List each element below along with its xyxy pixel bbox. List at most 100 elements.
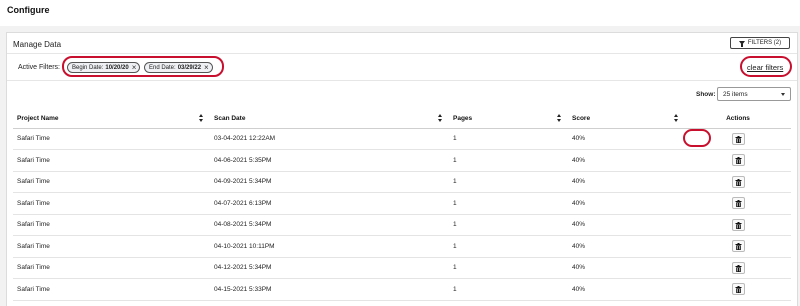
filters-button[interactable]: FILTERS (2) (730, 37, 790, 49)
cell-actions (685, 171, 791, 193)
table-row: Safari Time 04-08-2021 5:34PM 1 40% (13, 214, 791, 236)
cell-pages: 1 (449, 278, 568, 301)
cell-scan-date: 04-06-2021 5:35PM (210, 149, 449, 172)
cell-project-name: Safari Time (13, 257, 210, 279)
cell-pages: 1 (449, 149, 568, 172)
cell-pages: 1 (449, 214, 568, 236)
cell-score: 40% (568, 235, 685, 258)
table-row: Safari Time 04-09-2021 5:34PM 1 40% (13, 171, 791, 193)
delete-button[interactable] (731, 283, 745, 296)
sort-icon[interactable] (674, 114, 679, 123)
cell-scan-date: 04-09-2021 5:34PM (210, 171, 449, 193)
active-filters-label: Active Filters: (18, 64, 61, 71)
cell-project-name: Safari Time (13, 171, 210, 193)
trash-icon (735, 157, 742, 165)
cell-actions (685, 214, 791, 236)
sort-icon[interactable] (557, 114, 562, 123)
trash-icon (735, 243, 742, 251)
cell-actions (685, 128, 791, 150)
filter-chip-begin-date: Begin Date: 10/20/20 × (67, 62, 141, 73)
filter-chip-label: Begin Date: (72, 64, 104, 71)
cell-project-name: Safari Time (13, 278, 210, 301)
page-title: Configure (7, 5, 50, 15)
show-label: Show: (696, 91, 716, 98)
column-header-actions: Actions (685, 109, 791, 129)
column-header-label: Project Name (17, 114, 59, 122)
cell-score: 40% (568, 128, 685, 150)
divider (7, 53, 797, 54)
top-bar: Configure (0, 0, 800, 26)
close-icon[interactable]: × (132, 63, 137, 72)
cell-actions (685, 149, 791, 172)
chevron-down-icon (781, 93, 785, 96)
cell-pages: 1 (449, 171, 568, 193)
column-header-scan-date[interactable]: Scan Date (210, 109, 449, 129)
cell-scan-date: 03-04-2021 12:22AM (210, 128, 449, 150)
cell-score: 40% (568, 257, 685, 279)
cell-actions (685, 257, 791, 279)
delete-button[interactable] (731, 175, 745, 188)
column-header-label: Actions (726, 114, 750, 122)
trash-icon (735, 178, 742, 186)
column-header-pages[interactable]: Pages (449, 109, 568, 129)
funnel-icon (738, 41, 745, 47)
cell-project-name: Safari Time (13, 235, 210, 258)
column-header-label: Pages (453, 114, 473, 122)
delete-button[interactable] (731, 261, 745, 274)
cell-actions (685, 192, 791, 215)
cell-pages: 1 (449, 192, 568, 215)
column-header-project-name[interactable]: Project Name (13, 109, 210, 129)
delete-button[interactable] (731, 197, 745, 210)
filters-button-label: FILTERS (2) (747, 40, 782, 46)
cell-scan-date: 04-12-2021 5:34PM (210, 257, 449, 279)
trash-icon (735, 264, 742, 272)
cell-scan-date: 04-08-2021 5:34PM (210, 214, 449, 236)
sort-icon[interactable] (438, 114, 443, 123)
table-row: Safari Time 04-06-2021 5:35PM 1 40% (13, 149, 791, 172)
table-row: Safari Time 04-07-2021 6:13PM 1 40% (13, 192, 791, 215)
cell-actions (685, 235, 791, 258)
clear-filters-link[interactable]: clear filters (747, 63, 783, 72)
panel-title: Manage Data (13, 40, 62, 49)
scan-table: Project Name Scan Date Pages Score Actio… (13, 109, 791, 301)
table-row: Safari Time 04-12-2021 5:34PM 1 40% (13, 257, 791, 279)
cell-score: 40% (568, 171, 685, 193)
delete-button[interactable] (731, 154, 745, 167)
cell-project-name: Safari Time (13, 149, 210, 172)
cell-pages: 1 (449, 235, 568, 258)
sort-icon[interactable] (199, 114, 204, 123)
delete-button[interactable] (731, 218, 745, 231)
cell-pages: 1 (449, 257, 568, 279)
close-icon[interactable]: × (204, 63, 209, 72)
filter-chip-value: 03/29/22 (177, 64, 202, 71)
table-row: Safari Time 04-15-2021 5:33PM 1 40% (13, 278, 791, 301)
column-header-score[interactable]: Score (568, 109, 685, 129)
manage-data-panel: Manage Data FILTERS (2) Active Filters: … (6, 32, 798, 306)
filter-chip-end-date: End Date: 03/29/22 × (144, 62, 213, 73)
page-size-value: 25 items (723, 90, 748, 98)
trash-icon (735, 200, 742, 208)
table-header-row: Project Name Scan Date Pages Score Actio… (13, 109, 791, 129)
cell-project-name: Safari Time (13, 214, 210, 236)
cell-project-name: Safari Time (13, 192, 210, 215)
cell-score: 40% (568, 214, 685, 236)
delete-button[interactable] (731, 240, 745, 253)
delete-button[interactable] (731, 132, 745, 145)
cell-actions (685, 278, 791, 301)
cell-score: 40% (568, 278, 685, 301)
table-row: Safari Time 04-10-2021 10:11PM 1 40% (13, 235, 791, 258)
trash-icon (735, 221, 742, 229)
cell-scan-date: 04-10-2021 10:11PM (210, 235, 449, 258)
cell-pages: 1 (449, 128, 568, 150)
page-size-select[interactable]: 25 items (717, 87, 791, 101)
trash-icon (735, 135, 742, 143)
column-header-label: Score (572, 114, 591, 122)
cell-project-name: Safari Time (13, 128, 210, 150)
column-header-label: Scan Date (214, 114, 246, 122)
divider (7, 80, 797, 81)
cell-scan-date: 04-07-2021 6:13PM (210, 192, 449, 215)
table-row: Safari Time 03-04-2021 12:22AM 1 40% (13, 128, 791, 150)
trash-icon (735, 286, 742, 294)
filter-chip-label: End Date: (149, 64, 176, 71)
cell-score: 40% (568, 149, 685, 172)
